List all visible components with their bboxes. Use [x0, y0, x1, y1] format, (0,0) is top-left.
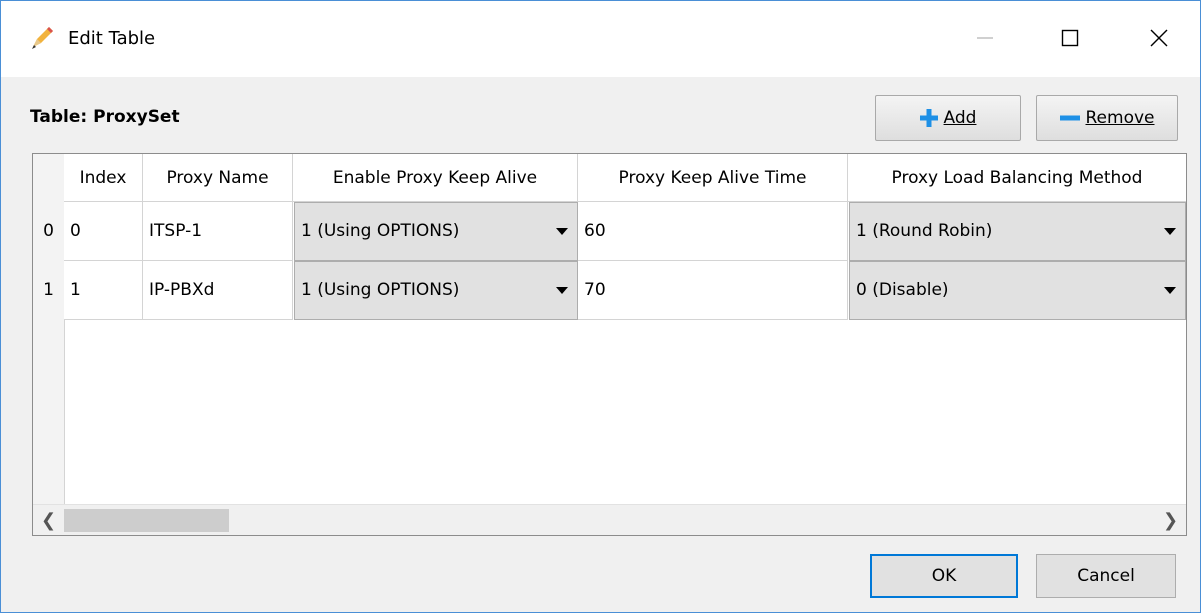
table-name-label: Table: ProxySet — [30, 107, 180, 127]
dropdown-arrow-icon — [556, 287, 568, 294]
scroll-left-icon[interactable]: ❮ — [33, 505, 64, 535]
keep-alive-dropdown[interactable]: 1 (Using OPTIONS) — [294, 202, 578, 261]
proxy-set-table[interactable]: 0 1 Index Proxy Name Enable Proxy Keep A… — [32, 153, 1187, 536]
scroll-right-icon[interactable]: ❯ — [1155, 505, 1186, 535]
pencil-icon — [29, 25, 55, 51]
cell-proxy-name[interactable]: ITSP-1 — [143, 202, 293, 261]
dropdown-arrow-icon — [1164, 287, 1176, 294]
cell-index[interactable]: 0 — [64, 202, 143, 261]
column-header-keep-alive-time[interactable]: Proxy Keep Alive Time — [578, 154, 848, 202]
load-balancing-value: 1 (Round Robin) — [856, 221, 993, 241]
close-icon — [1149, 28, 1169, 53]
keep-alive-dropdown[interactable]: 1 (Using OPTIONS) — [294, 261, 578, 320]
row-header[interactable]: 0 — [33, 202, 64, 260]
ok-button[interactable]: OK — [870, 554, 1018, 598]
remove-button[interactable]: Remove — [1036, 95, 1178, 141]
title-bar[interactable]: Edit Table — [1, 1, 1200, 77]
column-header-load-balancing[interactable]: Proxy Load Balancing Method — [848, 154, 1186, 202]
cell-keep-alive-time[interactable]: 70 — [578, 261, 848, 320]
minimize-icon — [975, 28, 995, 53]
column-header-enable-keep-alive[interactable]: Enable Proxy Keep Alive — [293, 154, 578, 202]
dropdown-arrow-icon — [556, 228, 568, 235]
horizontal-scrollbar[interactable]: ❮ ❯ — [33, 504, 1186, 535]
load-balancing-dropdown[interactable]: 0 (Disable) — [849, 261, 1186, 320]
window-title: Edit Table — [68, 28, 156, 49]
cell-proxy-name[interactable]: IP-PBXd — [143, 261, 293, 320]
load-balancing-dropdown[interactable]: 1 (Round Robin) — [849, 202, 1186, 261]
load-balancing-value: 0 (Disable) — [856, 280, 949, 300]
add-button[interactable]: Add — [875, 95, 1021, 141]
dropdown-arrow-icon — [1164, 228, 1176, 235]
maximize-button[interactable] — [1038, 11, 1102, 69]
maximize-icon — [1060, 28, 1080, 53]
row-header-column: 0 1 — [33, 154, 65, 504]
remove-button-label: Remove — [1085, 108, 1155, 128]
plus-icon — [919, 109, 938, 127]
edit-table-window: Edit Table Table: ProxySet Add Remove 0 … — [0, 0, 1201, 613]
cell-index[interactable]: 1 — [64, 261, 143, 320]
row-header[interactable]: 1 — [33, 261, 64, 319]
minimize-button[interactable] — [953, 11, 1017, 69]
close-button[interactable] — [1127, 11, 1191, 69]
scrollbar-thumb[interactable] — [64, 509, 229, 532]
column-header-index[interactable]: Index — [64, 154, 143, 202]
minus-icon — [1059, 109, 1080, 127]
cancel-button[interactable]: Cancel — [1036, 554, 1176, 598]
keep-alive-value: 1 (Using OPTIONS) — [301, 280, 460, 300]
add-button-label: Add — [943, 108, 977, 128]
cell-keep-alive-time[interactable]: 60 — [578, 202, 848, 261]
keep-alive-value: 1 (Using OPTIONS) — [301, 221, 460, 241]
column-header-proxy-name[interactable]: Proxy Name — [143, 154, 293, 202]
